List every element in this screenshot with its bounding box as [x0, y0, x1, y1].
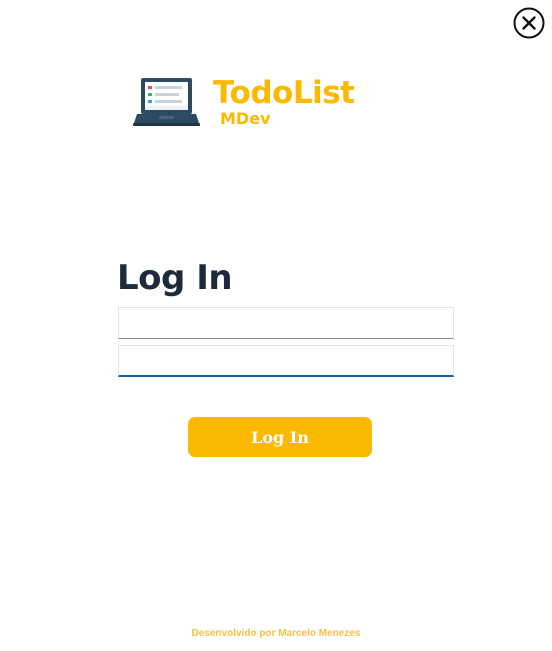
- laptop-icon: [133, 78, 200, 126]
- username-input[interactable]: [118, 307, 454, 339]
- app-name: TodoList: [213, 75, 355, 111]
- close-icon: [513, 7, 545, 39]
- page-title: Log In: [117, 258, 233, 298]
- app-subtitle: MDev: [220, 109, 271, 128]
- password-input[interactable]: [118, 345, 454, 377]
- close-button[interactable]: [513, 7, 545, 39]
- app-logo: TodoList MDev: [133, 72, 363, 134]
- footer-credit: Desenvolvido por Marcelo Menezes: [191, 628, 361, 639]
- login-window: TodoList MDev Log In Log In Desenvolvido…: [0, 0, 552, 651]
- login-button[interactable]: Log In: [188, 417, 372, 457]
